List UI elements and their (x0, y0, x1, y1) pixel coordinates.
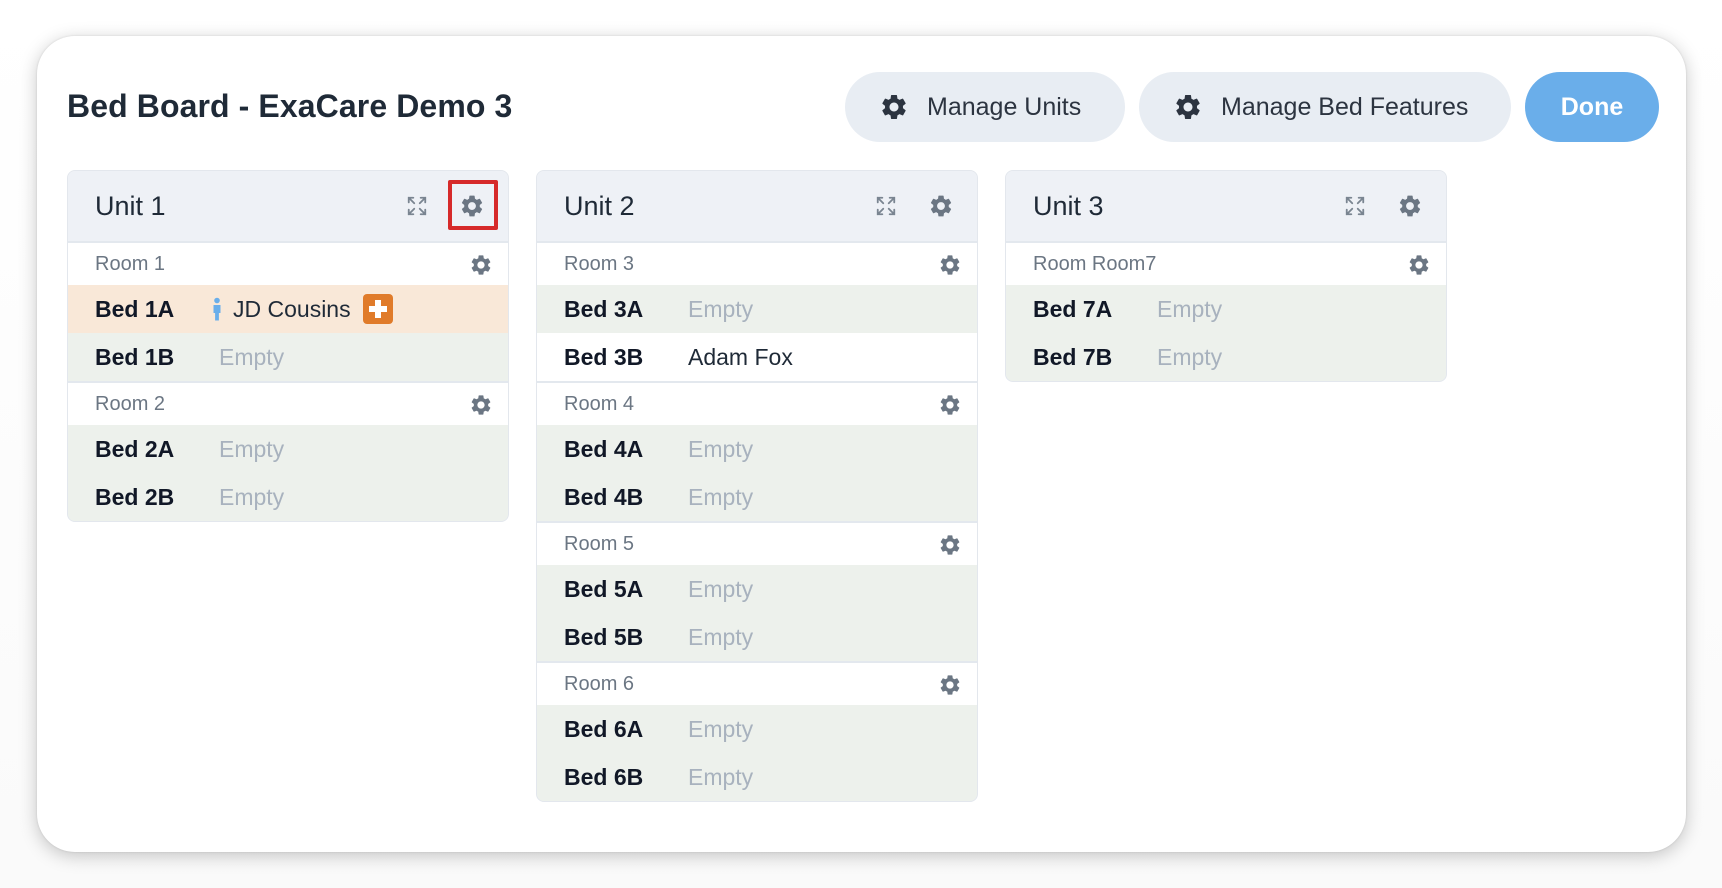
bed-row[interactable]: Bed 7A Empty (1006, 285, 1446, 333)
manage-units-label: Manage Units (927, 92, 1082, 121)
bed-name: Bed 7A (1033, 295, 1113, 322)
room-name: Room 1 (95, 252, 166, 275)
unit-card-1: Unit 1 Room 1 Bed 1A JD Cousins Bed 1B E… (67, 170, 509, 522)
bed-row[interactable]: Bed 3B Adam Fox (537, 333, 977, 381)
bed-status: Empty (688, 715, 754, 742)
patient-name[interactable]: Adam Fox (688, 344, 793, 371)
bed-name: Bed 6A (564, 715, 644, 742)
bed-status: Empty (688, 763, 754, 790)
room-header: Room Room7 (1006, 241, 1446, 285)
room-settings-gear-icon[interactable] (938, 533, 962, 557)
room-name: Room 4 (564, 392, 635, 415)
bed-name: Bed 4A (564, 435, 644, 462)
bed-status: Empty (1157, 295, 1223, 322)
bed-row[interactable]: Bed 4A Empty (537, 425, 977, 473)
bed-row[interactable]: Bed 2B Empty (68, 473, 508, 521)
room-settings-gear-icon[interactable] (1407, 253, 1431, 277)
room-header: Room 5 (537, 521, 977, 565)
room-header: Room 2 (68, 381, 508, 425)
unit-settings-gear-icon[interactable] (1397, 193, 1423, 219)
room-settings-gear-icon[interactable] (938, 673, 962, 697)
bed-name: Bed 2A (95, 435, 175, 462)
manage-bed-features-label: Manage Bed Features (1221, 92, 1469, 121)
bed-name: Bed 6B (564, 763, 644, 790)
medical-cross-icon (362, 294, 393, 324)
manage-bed-features-button[interactable]: Manage Bed Features (1139, 72, 1511, 142)
bed-name: Bed 1A (95, 295, 175, 322)
patient-name[interactable]: JD Cousins (233, 296, 351, 323)
unit-card-3: Unit 3 Room Room7 Bed 7A Empty Bed 7B Em… (1005, 170, 1447, 382)
bed-board-modal: Bed Board - ExaCare Demo 3 Manage Units … (37, 36, 1686, 852)
page-title: Bed Board - ExaCare Demo 3 (67, 88, 513, 124)
bed-name: Bed 7B (1033, 343, 1113, 370)
unit-name: Unit 3 (1033, 190, 1104, 221)
bed-status: Empty (688, 483, 754, 510)
expand-icon[interactable] (1344, 195, 1366, 217)
bed-status: Empty (688, 435, 754, 462)
room-name: Room Room7 (1033, 252, 1157, 275)
room-settings-gear-icon[interactable] (938, 253, 962, 277)
bed-status: Empty (688, 575, 754, 602)
bed-name: Bed 5A (564, 575, 644, 602)
room-name: Room 2 (95, 392, 166, 415)
bed-row[interactable]: Bed 7B Empty (1006, 333, 1446, 381)
room-name: Room 5 (564, 532, 635, 555)
bed-status: Empty (688, 295, 754, 322)
bed-name: Bed 2B (95, 483, 175, 510)
unit-name: Unit 2 (564, 190, 635, 221)
bed-row[interactable]: Bed 6B Empty (537, 753, 977, 801)
bed-row[interactable]: Bed 1A JD Cousins (68, 285, 508, 333)
bed-status: Empty (688, 623, 754, 650)
gear-icon (1173, 92, 1203, 122)
bed-row[interactable]: Bed 1B Empty (68, 333, 508, 381)
bed-row[interactable]: Bed 5B Empty (537, 613, 977, 661)
expand-icon[interactable] (406, 195, 428, 217)
room-name: Room 3 (564, 252, 635, 275)
room-settings-gear-icon[interactable] (469, 393, 493, 417)
bed-row[interactable]: Bed 3A Empty (537, 285, 977, 333)
bed-row[interactable]: Bed 4B Empty (537, 473, 977, 521)
room-name: Room 6 (564, 672, 635, 695)
bed-name: Bed 1B (95, 343, 175, 370)
unit-header: Unit 2 (537, 171, 977, 241)
unit-header: Unit 3 (1006, 171, 1446, 241)
unit-name: Unit 1 (95, 190, 166, 221)
bed-name: Bed 3A (564, 295, 644, 322)
done-button[interactable]: Done (1525, 72, 1659, 142)
room-header: Room 4 (537, 381, 977, 425)
bed-status: Empty (219, 435, 285, 462)
room-header: Room 3 (537, 241, 977, 285)
bed-status: Empty (1157, 343, 1223, 370)
room-header: Room 6 (537, 661, 977, 705)
bed-row[interactable]: Bed 6A Empty (537, 705, 977, 753)
unit-card-2: Unit 2 Room 3 Bed 3A Empty Bed 3B Adam F… (536, 170, 978, 802)
gear-icon (879, 92, 909, 122)
bed-name: Bed 4B (564, 483, 644, 510)
room-settings-gear-icon[interactable] (938, 393, 962, 417)
bed-status: Empty (219, 483, 285, 510)
room-header: Room 1 (68, 241, 508, 285)
bed-status: Empty (219, 343, 285, 370)
person-icon (213, 297, 221, 321)
bed-row[interactable]: Bed 5A Empty (537, 565, 977, 613)
bed-name: Bed 5B (564, 623, 644, 650)
unit-settings-gear-icon[interactable] (459, 193, 485, 219)
bed-name: Bed 3B (564, 343, 644, 370)
bed-row[interactable]: Bed 2A Empty (68, 425, 508, 473)
manage-units-button[interactable]: Manage Units (845, 72, 1125, 142)
room-settings-gear-icon[interactable] (469, 253, 493, 277)
unit-settings-gear-icon[interactable] (928, 193, 954, 219)
expand-icon[interactable] (875, 195, 897, 217)
unit-header: Unit 1 (68, 171, 508, 241)
